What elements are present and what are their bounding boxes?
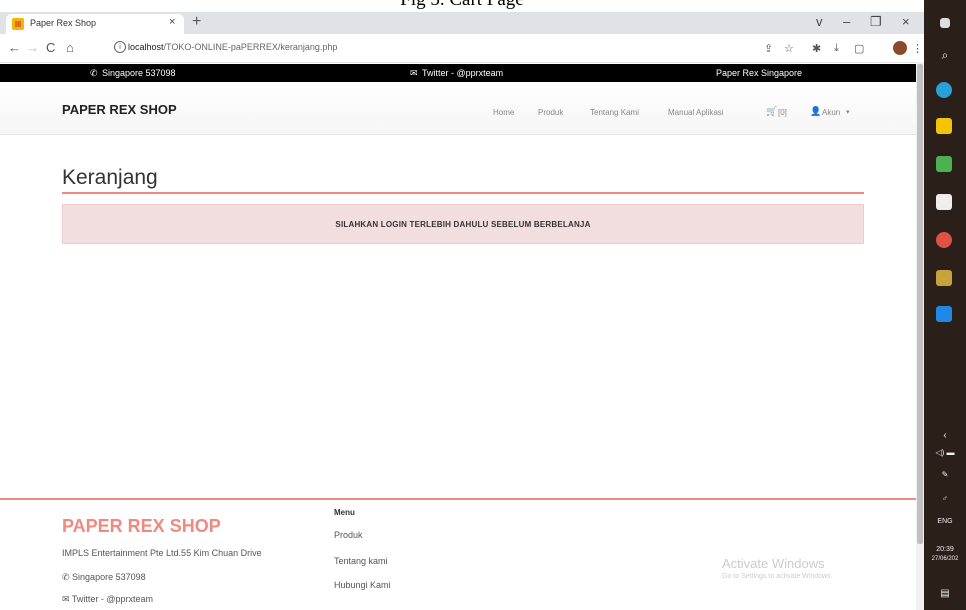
infobar-twitter: Twitter - @pprxteam xyxy=(422,68,504,78)
phone-icon: ✆ xyxy=(62,572,73,582)
site-brand[interactable]: PAPER REX SHOP xyxy=(62,102,177,117)
notification-icon[interactable]: ▤ xyxy=(924,588,966,599)
new-tab-button[interactable]: + xyxy=(192,14,201,30)
infobar-company: Paper Rex Singapore xyxy=(716,68,803,78)
nav-tentang-kami[interactable]: Tentang Kami xyxy=(590,108,639,117)
home-icon[interactable]: ⌂ xyxy=(66,40,74,55)
windows-taskbar: ⌕ ‹ ◁) ▬ ✎ ♂ ENG 20:39 27/06/202 ▤ xyxy=(924,0,966,610)
footer-link-produk[interactable]: Produk xyxy=(334,530,363,540)
nav-produk[interactable]: Produk xyxy=(538,108,563,117)
favicon-icon xyxy=(12,18,24,30)
url-path: /TOKO-ONLINE-paPERREX/keranjang.php xyxy=(163,42,338,52)
download-icon[interactable]: ⤓ xyxy=(834,42,839,55)
close-window-button[interactable]: × xyxy=(902,14,910,29)
login-alert: SILAHKAN LOGIN TERLEBIH DAHULU SEBELUM B… xyxy=(62,204,864,244)
tray-expand-icon[interactable]: ‹ xyxy=(924,430,966,441)
search-icon[interactable]: ⌕ xyxy=(924,48,966,63)
edge-icon[interactable] xyxy=(936,82,952,98)
store-icon[interactable] xyxy=(936,118,952,134)
mail-icon: ✉ xyxy=(410,68,418,78)
task-view-icon[interactable] xyxy=(940,18,950,28)
volume-network-icon[interactable]: ◁) ▬ xyxy=(924,448,966,457)
footer-twitter: Twitter - @pprxteam xyxy=(71,594,154,604)
user-icon: 👤 xyxy=(810,106,822,116)
tab-title: Paper Rex Shop xyxy=(30,18,97,28)
cart-icon: 🛒 xyxy=(766,106,778,116)
title-divider xyxy=(62,192,864,194)
footer-brand: PAPER REX SHOP xyxy=(62,516,221,536)
page-scrollbar[interactable] xyxy=(916,62,924,610)
mail-icon: ✉ xyxy=(62,594,72,604)
site-navbar: PAPER REX SHOP Home Produk Tentang Kami … xyxy=(0,82,924,135)
back-icon[interactable]: ← xyxy=(8,40,21,55)
browser-tab[interactable]: Paper Rex Shop × xyxy=(6,14,184,34)
pen-icon[interactable]: ✎ xyxy=(924,470,966,479)
extensions-icon[interactable]: ✱ xyxy=(812,42,821,55)
top-info-bar: ✆ Singapore 537098 ✉ Twitter - @pprxteam… xyxy=(0,64,924,82)
site-info-icon[interactable]: i xyxy=(114,41,126,53)
sidepanel-icon[interactable]: ▢ xyxy=(854,42,864,55)
footer-menu-title: Menu xyxy=(334,508,355,517)
app-icon[interactable] xyxy=(936,270,952,286)
nav-manual-aplikasi[interactable]: Manual Aplikasi xyxy=(668,108,724,117)
activate-windows-subtitle: Go to Settings to activate Windows. xyxy=(722,573,833,580)
browser-tab-strip: Paper Rex Shop × + v – ❐ × xyxy=(0,12,924,34)
nav-akun[interactable]: Akun xyxy=(822,108,840,117)
tab-close-button[interactable]: × xyxy=(169,16,175,28)
infobar-phone: Singapore 537098 xyxy=(102,68,176,78)
share-icon[interactable]: ⇪ xyxy=(764,42,773,55)
nav-cart[interactable]: [0] xyxy=(778,108,787,117)
footer-twitter-row: ✉ Twitter - @pprxteam xyxy=(62,594,153,605)
language-indicator[interactable]: ENG xyxy=(924,518,966,525)
phone-icon: ✆ xyxy=(90,68,98,78)
footer-address: IMPLS Entertainment Pte Ltd.55 Kim Chuan… xyxy=(62,548,262,558)
minimize-button[interactable]: – xyxy=(843,14,850,29)
sheets-icon[interactable] xyxy=(936,156,952,172)
footer-divider xyxy=(0,498,916,500)
chevron-down-icon: ▾ xyxy=(846,109,850,116)
reload-icon[interactable]: C xyxy=(46,40,55,55)
clock-date[interactable]: 27/06/202 xyxy=(924,556,966,562)
activate-windows-title: Activate Windows xyxy=(722,556,825,571)
footer-phone: Singapore 537098 xyxy=(72,572,146,582)
url-host: localhost xyxy=(128,42,164,52)
bookmark-star-icon[interactable]: ☆ xyxy=(784,42,794,55)
people-icon[interactable]: ♂ xyxy=(924,494,966,503)
footer-link-hubungi[interactable]: Hubungi Kami xyxy=(334,580,391,590)
mail-app-icon[interactable] xyxy=(936,194,952,210)
footer-phone-row: ✆ Singapore 537098 xyxy=(62,572,146,583)
scrollbar-thumb[interactable] xyxy=(917,64,923,544)
address-bar: ← → C ⌂ i localhost/TOKO-ONLINE-paPERREX… xyxy=(0,34,924,63)
url-field[interactable]: i localhost/TOKO-ONLINE-paPERREX/keranja… xyxy=(106,38,806,58)
page-title: Keranjang xyxy=(62,166,158,189)
clock-time[interactable]: 20:39 xyxy=(924,546,966,553)
tab-search-icon[interactable]: v xyxy=(816,14,823,29)
maximize-button[interactable]: ❐ xyxy=(870,14,882,30)
chrome-icon[interactable] xyxy=(936,232,952,248)
forward-icon[interactable]: → xyxy=(26,40,39,55)
outlook-icon[interactable] xyxy=(936,306,952,322)
profile-avatar[interactable] xyxy=(893,41,907,55)
menu-dots-icon[interactable]: ⋮ xyxy=(912,42,923,55)
footer-link-tentang[interactable]: Tentang kami xyxy=(334,556,388,566)
nav-home[interactable]: Home xyxy=(493,108,514,117)
